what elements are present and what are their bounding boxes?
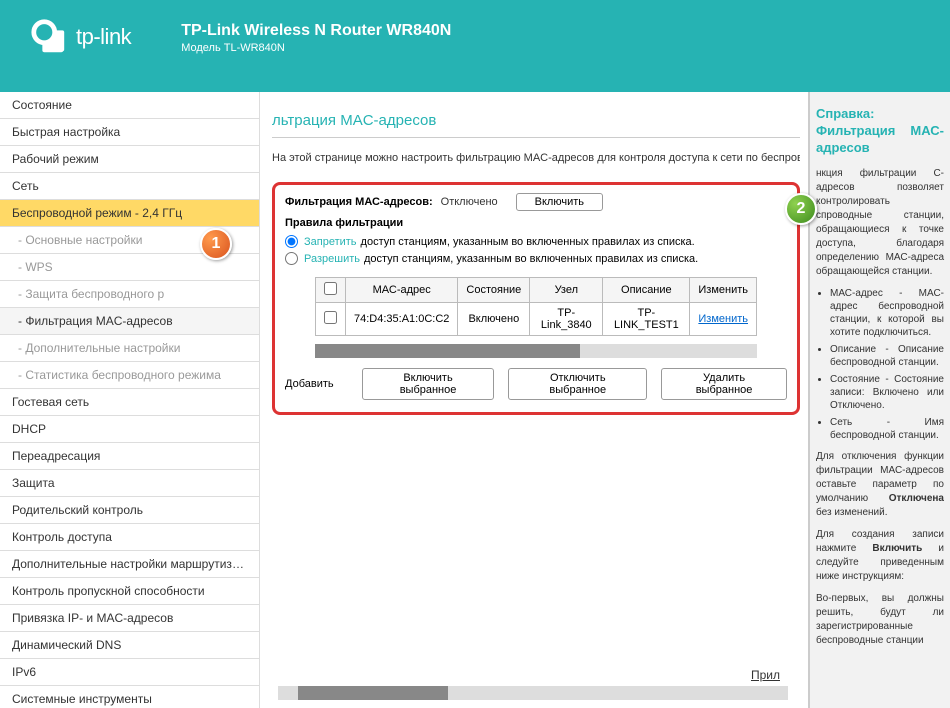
help-p2: Для отключения функции фильтрации МАС-ад… <box>816 450 944 520</box>
sidebar-item-ipmac[interactable]: Привязка IP- и MAC-адресов <box>0 605 259 632</box>
help-list: МАС-адрес - МАС-адрес беспроводной станц… <box>816 287 944 442</box>
col-mac: МАС-адрес <box>346 278 458 303</box>
sidebar-item-ddns[interactable]: Динамический DNS <box>0 632 259 659</box>
table-row: 74:D4:35:A1:0C:C2 Включено TP-Link_3840 … <box>316 303 757 336</box>
annotation-badge-2: 2 <box>785 193 817 225</box>
cell-desc: TP-LINK_TEST1 <box>603 303 690 336</box>
help-bullet: МАС-адрес - МАС-адрес беспроводной станц… <box>830 287 944 339</box>
sidebar-item-parental[interactable]: Родительский контроль <box>0 497 259 524</box>
rules-title: Правила фильтрации <box>285 217 787 229</box>
product-model: Модель TL-WR840N <box>181 42 451 54</box>
help-bullet: Состояние - Состояние записи: Включено и… <box>830 373 944 412</box>
radio-deny[interactable] <box>285 235 298 248</box>
sidebar: Состояние Быстрая настройка Рабочий режи… <box>0 92 260 708</box>
sidebar-item-dhcp[interactable]: DHCP <box>0 416 259 443</box>
brand-logo: tp-link <box>30 18 131 56</box>
col-node: Узел <box>530 278 603 303</box>
page-description: На этой странице можно настроить фильтра… <box>272 152 800 164</box>
sidebar-item-forward[interactable]: Переадресация <box>0 443 259 470</box>
mac-table: МАС-адрес Состояние Узел Описание Измени… <box>315 277 757 336</box>
table-scrollbar[interactable] <box>315 344 757 358</box>
header: tp-link TP-Link Wireless N Router WR840N… <box>0 0 950 92</box>
tplink-logo-icon <box>30 18 68 56</box>
sidebar-item-guest[interactable]: Гостевая сеть <box>0 389 259 416</box>
sidebar-sub-security[interactable]: - Защита беспроводного р <box>0 281 259 308</box>
help-title: Справка: Фильтрация МАС-адресов <box>816 106 944 157</box>
sidebar-item-mode[interactable]: Рабочий режим <box>0 146 259 173</box>
help-bullet: Сеть - Имя беспроводной станции. <box>830 416 944 442</box>
select-all-checkbox[interactable] <box>324 282 337 295</box>
product-title: TP-Link Wireless N Router WR840N <box>181 22 451 40</box>
sidebar-item-security[interactable]: Защита <box>0 470 259 497</box>
delete-selected-button[interactable]: Удалить выбранное <box>661 368 787 400</box>
cell-mac: 74:D4:35:A1:0C:C2 <box>346 303 458 336</box>
radio-allow-label: Разрешить <box>304 253 360 265</box>
radio-allow-text: доступ станциям, указанным во включенных… <box>364 253 698 265</box>
main-content: льтрация MAC-адресов На этой странице мо… <box>260 92 808 708</box>
pril-link[interactable]: Прил <box>751 668 780 682</box>
filter-status: Отключено <box>441 196 498 208</box>
cell-node: TP-Link_3840 <box>530 303 603 336</box>
col-desc: Описание <box>603 278 690 303</box>
sidebar-item-network[interactable]: Сеть <box>0 173 259 200</box>
sidebar-item-routing[interactable]: Дополнительные настройки маршрутизации <box>0 551 259 578</box>
disable-selected-button[interactable]: Отключить выбранное <box>508 368 647 400</box>
radio-deny-label: Запретить <box>304 236 357 248</box>
help-p3: Для создания записи нажмите Включить и с… <box>816 528 944 584</box>
help-intro: нкция фильтрации С-адресов позволяет кон… <box>816 167 944 279</box>
filter-label: Фильтрация МАС-адресов: <box>285 196 433 208</box>
highlight-box: Фильтрация МАС-адресов: Отключено Включи… <box>272 182 800 415</box>
help-panel: Справка: Фильтрация МАС-адресов нкция фи… <box>808 92 950 708</box>
page-title: льтрация MAC-адресов <box>272 112 800 129</box>
sidebar-item-access[interactable]: Контроль доступа <box>0 524 259 551</box>
sidebar-sub-advanced[interactable]: - Дополнительные настройки <box>0 335 259 362</box>
sidebar-item-wireless[interactable]: Беспроводной режим - 2,4 ГГц <box>0 200 259 227</box>
brand-text: tp-link <box>76 24 131 50</box>
enable-button[interactable]: Включить <box>516 193 603 211</box>
sidebar-item-bandwidth[interactable]: Контроль пропускной способности <box>0 578 259 605</box>
radio-allow[interactable] <box>285 252 298 265</box>
enable-selected-button[interactable]: Включить выбранное <box>362 368 495 400</box>
sidebar-item-status[interactable]: Состояние <box>0 92 259 119</box>
main-scrollbar[interactable] <box>278 686 788 700</box>
sidebar-sub-stats[interactable]: - Статистика беспроводного режима <box>0 362 259 389</box>
radio-deny-text: доступ станциям, указанным во включенных… <box>361 236 695 248</box>
header-titles: TP-Link Wireless N Router WR840N Модель … <box>181 18 451 54</box>
row-checkbox[interactable] <box>324 311 337 324</box>
divider <box>272 137 800 138</box>
sidebar-item-quicksetup[interactable]: Быстрая настройка <box>0 119 259 146</box>
help-p4: Во-первых, вы должны решить, будут ли за… <box>816 592 944 648</box>
col-edit: Изменить <box>690 278 757 303</box>
cell-state: Включено <box>458 303 530 336</box>
sidebar-item-ipv6[interactable]: IPv6 <box>0 659 259 686</box>
sidebar-item-system[interactable]: Системные инструменты <box>0 686 259 708</box>
sidebar-sub-macfilter[interactable]: - Фильтрация MAC-адресов <box>0 308 259 335</box>
help-bullet: Описание - Описание беспроводной станции… <box>830 343 944 369</box>
edit-link[interactable]: Изменить <box>698 313 748 325</box>
add-button[interactable]: Добавить <box>285 368 348 400</box>
annotation-badge-1: 1 <box>200 228 232 260</box>
col-state: Состояние <box>458 278 530 303</box>
